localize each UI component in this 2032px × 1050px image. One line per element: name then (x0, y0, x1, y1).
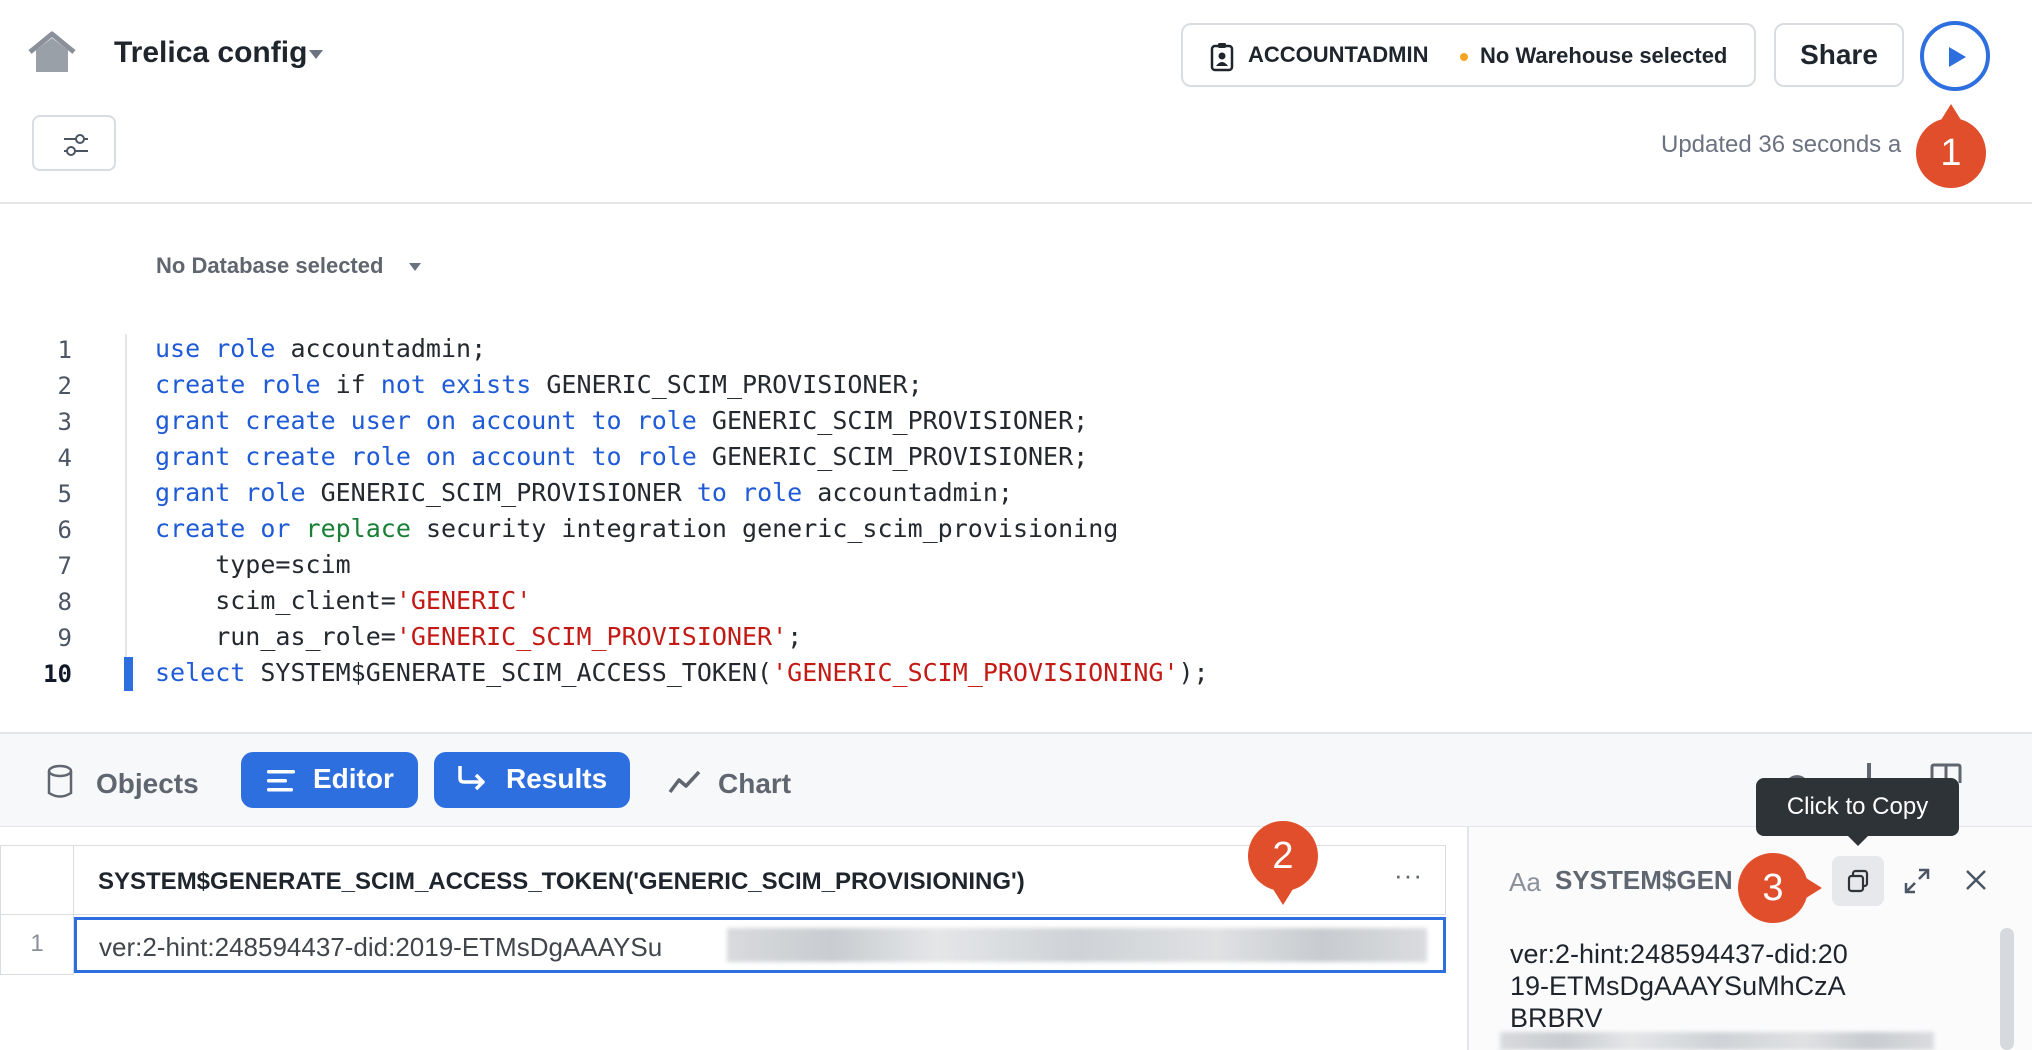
sliders-icon (64, 134, 88, 156)
code-line[interactable]: grant create user on account to role GEN… (155, 406, 1088, 435)
lines-icon (267, 768, 295, 800)
code-line[interactable]: grant create role on account to role GEN… (155, 442, 1088, 471)
tab-label: Results (506, 763, 608, 794)
line-chart-icon (668, 768, 702, 801)
line-number: 5 (57, 480, 72, 508)
line-number: 2 (57, 372, 72, 400)
home-icon[interactable] (26, 30, 78, 76)
line-number: 10 (43, 660, 72, 688)
panel-title: SYSTEM$GEN (1555, 865, 1733, 895)
column-title: SYSTEM$GENERATE_SCIM_ACCESS_TOKEN('GENER… (98, 868, 1025, 895)
settings-toggle-button[interactable] (32, 115, 116, 171)
tab-label: Editor (313, 763, 394, 794)
copy-tooltip: Click to Copy (1756, 778, 1959, 836)
close-icon[interactable] (1965, 869, 1987, 896)
line-number: 8 (57, 588, 72, 616)
line-number: 7 (57, 552, 72, 580)
line-number: 1 (57, 336, 72, 364)
tab-results[interactable]: Results (434, 752, 630, 808)
role-warehouse-selector[interactable]: ACCOUNTADMIN No Warehouse selected (1181, 23, 1756, 87)
step-marker-1: 1 (1916, 104, 1986, 188)
results-grid: SYSTEM$GENERATE_SCIM_ACCESS_TOKEN('GENER… (0, 845, 1448, 1050)
active-line-marker (124, 657, 133, 691)
tab-label: Objects (96, 768, 199, 799)
line-number: 3 (57, 408, 72, 436)
updated-timestamp: Updated 36 seconds a (1661, 131, 1902, 158)
redacted-token (1500, 1032, 1934, 1050)
id-badge-icon (1210, 42, 1234, 77)
worksheet-title[interactable]: Trelica config (114, 36, 307, 70)
header-divider (0, 202, 2032, 204)
step-marker-2: 2 (1248, 821, 1318, 905)
play-icon (1949, 47, 1966, 67)
line-number: 6 (57, 516, 72, 544)
code-line[interactable]: run_as_role='GENERIC_SCIM_PROVISIONER'; (155, 622, 802, 651)
cell-value: ver:2-hint:248594437-did:2019-ETMsDgAAAY… (99, 932, 663, 962)
share-button[interactable]: Share (1774, 23, 1904, 87)
code-line[interactable]: create or replace security integration g… (155, 514, 1118, 543)
warehouse-status-dot (1460, 53, 1468, 61)
database-selector[interactable]: No Database selected (156, 253, 383, 279)
column-header[interactable]: SYSTEM$GENERATE_SCIM_ACCESS_TOKEN('GENER… (74, 845, 1446, 915)
chevron-down-icon[interactable] (408, 259, 422, 277)
line-number: 9 (57, 624, 72, 652)
step-marker-3: 3 (1738, 853, 1822, 923)
database-icon (46, 764, 74, 805)
cell-full-value: ver:2-hint:248594437-did:2019-ETMsDgAAAY… (1510, 939, 1848, 1033)
column-menu-button[interactable]: ··· (1394, 860, 1423, 891)
tab-editor[interactable]: Editor (241, 752, 418, 808)
row-number: 1 (0, 915, 74, 975)
result-cell[interactable]: ver:2-hint:248594437-did:2019-ETMsDgAAAY… (74, 917, 1446, 973)
font-toggle-icon[interactable]: Aa (1509, 867, 1541, 898)
code-line[interactable]: type=scim (155, 550, 350, 579)
tab-label: Chart (718, 768, 792, 799)
panel-scrollbar[interactable] (2000, 928, 2014, 1050)
return-arrow-icon (456, 764, 488, 801)
role-name: ACCOUNTADMIN (1248, 42, 1429, 67)
code-line[interactable]: select SYSTEM$GENERATE_SCIM_ACCESS_TOKEN… (155, 658, 1209, 687)
copy-icon (1847, 869, 1869, 893)
line-number: 4 (57, 444, 72, 472)
code-line[interactable]: scim_client='GENERIC' (155, 586, 531, 615)
tooltip-arrow (1848, 836, 1868, 846)
code-line[interactable]: use role accountadmin; (155, 334, 486, 363)
editor-gutter (125, 334, 127, 689)
chevron-down-icon[interactable] (308, 48, 324, 66)
redacted-token (727, 928, 1427, 962)
grid-corner (0, 845, 74, 915)
copy-button[interactable] (1832, 856, 1884, 906)
expand-icon[interactable] (1904, 868, 1930, 899)
code-line[interactable]: create role if not exists GENERIC_SCIM_P… (155, 370, 923, 399)
run-button[interactable] (1920, 21, 1990, 91)
code-line[interactable]: grant role GENERIC_SCIM_PROVISIONER to r… (155, 478, 1013, 507)
warehouse-name: No Warehouse selected (1480, 43, 1728, 68)
